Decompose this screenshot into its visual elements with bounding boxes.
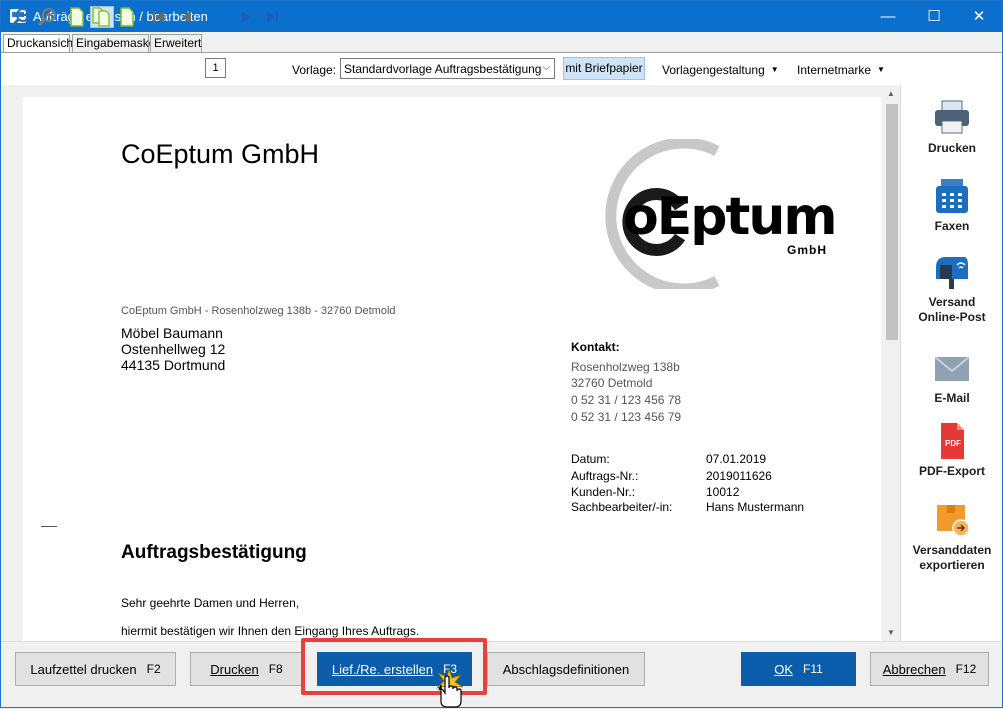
sidebar-item-label: Faxen <box>934 219 970 233</box>
body-text: hiermit bestätigen wir Ihnen den Eingang… <box>121 624 420 638</box>
document-heading: Auftragsbestätigung <box>121 542 307 563</box>
salutation: Sehr geehrte Damen und Herren, <box>121 596 300 610</box>
company-logo: oEptum GmbH <box>575 137 845 295</box>
svg-text:PDF: PDF <box>945 439 961 448</box>
page-width-icon[interactable] <box>117 6 137 28</box>
shortcut-key: F11 <box>803 662 823 676</box>
meta-label: Kunden-Nr.: <box>571 485 636 499</box>
abbrechen-button[interactable]: Abbrechen F12 <box>870 652 989 686</box>
scrollbar-thumb[interactable] <box>886 104 898 340</box>
drucken-button[interactable]: Drucken F8 <box>190 652 303 686</box>
vorlagengestaltung-label: Vorlagengestaltung <box>662 63 765 77</box>
contact-line: 32760 Detmold <box>571 376 653 390</box>
sidebar-item-label-line1: Versanddaten <box>912 543 992 557</box>
internetmarke-label: Internetmarke <box>797 63 872 77</box>
sidebar-item-drucken[interactable]: Drucken <box>901 99 1003 156</box>
sidebar-item-online-post[interactable]: Versand Online-Post <box>901 253 1003 325</box>
zoom-in-icon[interactable] <box>35 6 59 28</box>
contact-heading: Kontakt: <box>571 340 620 354</box>
pdf-icon: PDF <box>941 423 964 459</box>
button-label: Abbrechen <box>882 661 946 677</box>
dropdown-arrow-icon: ▼ <box>770 65 779 74</box>
first-page-icon[interactable] <box>149 6 169 28</box>
scroll-up-icon[interactable]: ▲ <box>887 89 895 98</box>
button-label: Abschlagsdefinitionen <box>502 661 630 677</box>
tab-erweitert[interactable]: Erweitert <box>150 34 202 53</box>
company-name: CoEptum GmbH <box>121 139 320 169</box>
contact-line: Rosenholzweg 138b <box>571 360 680 374</box>
shortcut-key: F8 <box>268 662 283 676</box>
sidebar-item-faxen[interactable]: Faxen <box>901 177 1003 234</box>
sidebar-item-label: Drucken <box>927 141 977 155</box>
box-export-icon <box>937 505 970 537</box>
briefpapier-toggle[interactable]: mit Briefpapier <box>563 57 645 80</box>
contact-line: 0 52 31 / 123 456 78 <box>571 393 682 407</box>
abschlagsdefinitionen-button[interactable]: Abschlagsdefinitionen <box>487 652 645 686</box>
sidebar-item-pdf-export[interactable]: PDF PDF-Export <box>901 422 1003 479</box>
printer-icon <box>935 100 969 134</box>
recipient-line: 44135 Dortmund <box>121 357 226 373</box>
dropdown-arrow-icon: ▼ <box>877 65 885 74</box>
meta-label: Auftrags-Nr.: <box>571 469 639 483</box>
tab-druckansicht[interactable]: Druckansicht <box>3 34 76 54</box>
meta-value: 07.01.2019 <box>706 452 767 466</box>
previous-page-icon[interactable] <box>177 6 197 28</box>
laufzettel-drucken-button[interactable]: Laufzettel drucken F2 <box>15 652 176 686</box>
page-number-input[interactable]: 1 <box>205 58 226 78</box>
meta-value: Hans Mustermann <box>706 500 805 514</box>
sidebar-item-versanddaten[interactable]: Versanddaten exportieren <box>901 501 1003 573</box>
button-label: Laufzettel drucken <box>30 661 137 677</box>
sidebar-item-label-line2: exportieren <box>919 558 985 572</box>
recipient-line: Ostenhellweg 12 <box>121 341 226 357</box>
tab-eingabemaske[interactable]: Eingabemaske <box>72 34 155 53</box>
recipient-line: Möbel Baumann <box>121 325 223 341</box>
vertical-scrollbar[interactable]: ▲ ▼ <box>883 85 900 641</box>
contact-line: 0 52 31 / 123 456 79 <box>571 410 682 424</box>
sidebar-item-label-line1: Versand <box>928 295 976 309</box>
meta-label: Sachbearbeiter/-in: <box>571 500 673 514</box>
logo-text: oEptum <box>623 187 838 247</box>
last-page-icon[interactable] <box>262 6 282 28</box>
two-page-icon[interactable] <box>90 6 114 28</box>
single-page-icon[interactable] <box>67 6 87 28</box>
shortcut-key: F2 <box>146 662 161 676</box>
vorlage-select[interactable]: Standardvorlage Auftragsbestätigung ⌵ <box>340 58 555 79</box>
fold-mark <box>41 526 57 527</box>
vorlagengestaltung-menu[interactable]: Vorlagengestaltung ▼ <box>662 63 779 77</box>
application-window: Aufträge erfassen / bearbeiten — ☐ ✕ Dru… <box>0 0 1003 708</box>
button-label: OK <box>774 661 793 677</box>
internetmarke-menu[interactable]: Internetmarke ▼ <box>797 63 885 77</box>
close-button[interactable]: ✕ <box>956 1 1002 32</box>
envelope-icon <box>934 356 970 381</box>
logo-subtext: GmbH <box>787 243 827 257</box>
button-label: Drucken <box>210 661 259 677</box>
meta-value: 2019011626 <box>706 469 772 483</box>
scroll-down-icon[interactable]: ▼ <box>887 628 895 637</box>
sender-line: CoEptum GmbH - Rosenholzweg 138b - 32760… <box>121 305 396 317</box>
zoom-out-icon[interactable] <box>9 6 33 28</box>
vorlage-label: Vorlage: <box>292 63 337 77</box>
ok-button[interactable]: OK F11 <box>741 652 856 686</box>
minimize-button[interactable]: — <box>865 1 911 32</box>
meta-value: 10012 <box>706 485 740 499</box>
sidebar-item-email[interactable]: E-Mail <box>901 349 1003 406</box>
sidebar-item-label: PDF-Export <box>919 464 985 478</box>
maximize-button[interactable]: ☐ <box>911 1 957 32</box>
action-sidebar: Drucken Faxen Versand Online-Post E-Mail… <box>900 85 1002 641</box>
sidebar-item-label: E-Mail <box>934 391 970 405</box>
next-page-icon[interactable] <box>236 6 256 28</box>
mailbox-icon <box>936 257 968 289</box>
vorlage-select-value: Standardvorlage Auftragsbestätigung <box>344 62 542 76</box>
chevron-down-icon: ⌵ <box>542 62 550 73</box>
hand-cursor-icon <box>435 667 464 708</box>
sidebar-item-label-line2: Online-Post <box>918 310 986 324</box>
shortcut-key: F12 <box>955 662 977 676</box>
fax-icon <box>936 179 968 213</box>
meta-label: Datum: <box>571 452 610 466</box>
document-page: CoEptum GmbH oEptum GmbH CoEptum GmbH - … <box>23 97 881 641</box>
